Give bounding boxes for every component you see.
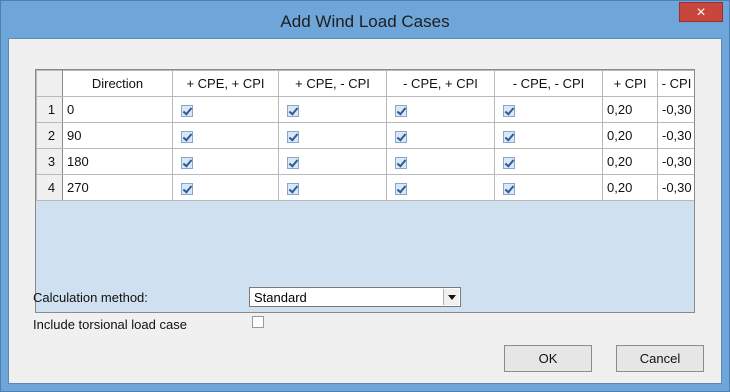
- column-header-pos-cpe-neg-cpi[interactable]: + CPE, - CPI: [278, 70, 387, 97]
- checkbox-checked[interactable]: [181, 130, 193, 143]
- direction-cell[interactable]: 180: [62, 148, 173, 175]
- pos-cpi-cell[interactable]: 0,20: [602, 96, 658, 123]
- chevron-down-icon[interactable]: [443, 289, 459, 305]
- dialog-title: Add Wind Load Cases: [280, 12, 450, 31]
- pos-cpe-neg-cpi-cell[interactable]: [278, 174, 387, 201]
- row-number[interactable]: 4: [36, 174, 63, 201]
- pos-cpe-pos-cpi-cell[interactable]: [172, 122, 279, 149]
- neg-cpe-pos-cpi-cell[interactable]: [386, 122, 495, 149]
- column-header-pos-cpe-pos-cpi[interactable]: + CPE, + CPI: [172, 70, 279, 97]
- calc-method-value: Standard: [254, 290, 307, 305]
- neg-cpi-cell[interactable]: -0,30: [657, 96, 694, 123]
- checkbox-checked[interactable]: [287, 182, 299, 195]
- column-header-neg-cpi[interactable]: - CPI: [657, 70, 694, 97]
- checkbox-checked[interactable]: [395, 182, 407, 195]
- row-number[interactable]: 1: [36, 96, 63, 123]
- neg-cpe-neg-cpi-cell[interactable]: [494, 174, 603, 201]
- neg-cpe-neg-cpi-cell[interactable]: [494, 96, 603, 123]
- column-header-neg-cpe-pos-cpi[interactable]: - CPE, + CPI: [386, 70, 495, 97]
- table-row[interactable]: 2 90 0,20 -0,30: [36, 122, 694, 149]
- checkbox-checked[interactable]: [503, 130, 515, 143]
- checkbox-checked[interactable]: [503, 182, 515, 195]
- torsion-label: Include torsional load case: [33, 317, 187, 332]
- checkbox-checked[interactable]: [503, 156, 515, 169]
- table-row[interactable]: 1 0 0,20 -0,30: [36, 96, 694, 123]
- checkbox-checked[interactable]: [181, 182, 193, 195]
- pos-cpe-neg-cpi-cell[interactable]: [278, 122, 387, 149]
- neg-cpe-pos-cpi-cell[interactable]: [386, 174, 495, 201]
- checkbox-checked[interactable]: [503, 104, 515, 117]
- pos-cpi-cell[interactable]: 0,20: [602, 122, 658, 149]
- checkbox-checked[interactable]: [395, 130, 407, 143]
- pos-cpe-pos-cpi-cell[interactable]: [172, 174, 279, 201]
- torsion-checkbox[interactable]: [252, 316, 264, 328]
- dialog-body: Direction + CPE, + CPI + CPE, - CPI - CP…: [8, 38, 722, 384]
- neg-cpe-pos-cpi-cell[interactable]: [386, 96, 495, 123]
- checkbox-checked[interactable]: [395, 156, 407, 169]
- title-bar[interactable]: Add Wind Load Cases ×: [1, 1, 729, 31]
- checkbox-checked[interactable]: [287, 130, 299, 143]
- direction-cell[interactable]: 0: [62, 96, 173, 123]
- direction-cell[interactable]: 90: [62, 122, 173, 149]
- pos-cpi-cell[interactable]: 0,20: [602, 148, 658, 175]
- close-icon: ×: [696, 4, 706, 21]
- column-header-direction[interactable]: Direction: [62, 70, 173, 97]
- close-button[interactable]: ×: [679, 2, 723, 22]
- wind-load-grid: Direction + CPE, + CPI + CPE, - CPI - CP…: [35, 69, 695, 313]
- cancel-button[interactable]: Cancel: [616, 345, 704, 372]
- checkbox-checked[interactable]: [287, 104, 299, 117]
- neg-cpe-pos-cpi-cell[interactable]: [386, 148, 495, 175]
- row-number[interactable]: 3: [36, 148, 63, 175]
- table-row[interactable]: 3 180 0,20 -0,30: [36, 148, 694, 175]
- calc-method-select[interactable]: Standard: [249, 287, 461, 307]
- pos-cpe-neg-cpi-cell[interactable]: [278, 148, 387, 175]
- grid-corner[interactable]: [36, 70, 63, 97]
- checkbox-checked[interactable]: [287, 156, 299, 169]
- pos-cpe-pos-cpi-cell[interactable]: [172, 148, 279, 175]
- grid-header-row: Direction + CPE, + CPI + CPE, - CPI - CP…: [36, 70, 694, 97]
- ok-button[interactable]: OK: [504, 345, 592, 372]
- dialog-window: Add Wind Load Cases × Direction + CPE, +…: [0, 0, 730, 392]
- neg-cpi-cell[interactable]: -0,30: [657, 148, 694, 175]
- calc-method-label: Calculation method:: [33, 290, 148, 305]
- neg-cpe-neg-cpi-cell[interactable]: [494, 148, 603, 175]
- neg-cpe-neg-cpi-cell[interactable]: [494, 122, 603, 149]
- checkbox-checked[interactable]: [395, 104, 407, 117]
- checkbox-checked[interactable]: [181, 104, 193, 117]
- column-header-neg-cpe-neg-cpi[interactable]: - CPE, - CPI: [494, 70, 603, 97]
- neg-cpi-cell[interactable]: -0,30: [657, 174, 694, 201]
- direction-cell[interactable]: 270: [62, 174, 173, 201]
- table-row[interactable]: 4 270 0,20 -0,30: [36, 174, 694, 201]
- neg-cpi-cell[interactable]: -0,30: [657, 122, 694, 149]
- column-header-pos-cpi[interactable]: + CPI: [602, 70, 658, 97]
- row-number[interactable]: 2: [36, 122, 63, 149]
- pos-cpi-cell[interactable]: 0,20: [602, 174, 658, 201]
- pos-cpe-neg-cpi-cell[interactable]: [278, 96, 387, 123]
- pos-cpe-pos-cpi-cell[interactable]: [172, 96, 279, 123]
- checkbox-checked[interactable]: [181, 156, 193, 169]
